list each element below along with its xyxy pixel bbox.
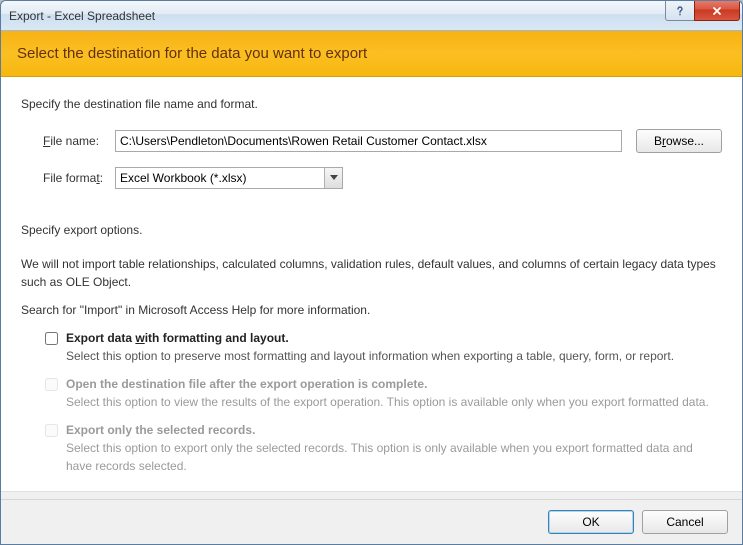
file-format-value: Excel Workbook (*.xlsx) xyxy=(120,171,246,185)
filename-input[interactable] xyxy=(115,130,622,152)
separator xyxy=(1,491,742,499)
close-icon xyxy=(711,5,723,17)
window-title: Export - Excel Spreadsheet xyxy=(9,9,155,23)
titlebar[interactable]: Export - Excel Spreadsheet xyxy=(1,1,742,31)
destination-section-label: Specify the destination file name and fo… xyxy=(21,95,722,113)
option-title: Export data with formatting and layout. xyxy=(66,329,674,347)
option-open-after: Open the destination file after the expo… xyxy=(45,375,722,411)
window-controls xyxy=(666,1,740,21)
option-selected-only: Export only the selected records. Select… xyxy=(45,421,722,475)
banner: Select the destination for the data you … xyxy=(1,31,742,77)
options-section-label: Specify export options. xyxy=(21,221,722,239)
option-title: Open the destination file after the expo… xyxy=(66,375,709,393)
help-button[interactable] xyxy=(665,1,695,21)
open-after-checkbox xyxy=(45,378,58,391)
help-icon xyxy=(674,5,686,17)
option-desc: Select this option to view the results o… xyxy=(66,393,709,411)
option-export-formatting: Export data with formatting and layout. … xyxy=(45,329,722,365)
browse-button[interactable]: Browse... xyxy=(636,129,722,153)
selected-only-checkbox xyxy=(45,424,58,437)
close-button[interactable] xyxy=(694,1,740,21)
export-formatting-checkbox[interactable] xyxy=(45,332,58,345)
format-row: File format: Excel Workbook (*.xlsx) xyxy=(43,167,722,189)
help-hint-text: Search for "Import" in Microsoft Access … xyxy=(21,301,722,319)
footer: OK Cancel xyxy=(1,499,742,544)
file-format-select[interactable]: Excel Workbook (*.xlsx) xyxy=(115,167,343,189)
import-warning-text: We will not import table relationships, … xyxy=(21,255,722,291)
option-title: Export only the selected records. xyxy=(66,421,722,439)
banner-heading: Select the destination for the data you … xyxy=(17,45,726,62)
cancel-button[interactable]: Cancel xyxy=(642,510,728,534)
option-desc: Select this option to export only the se… xyxy=(66,439,722,475)
filename-label: File name: xyxy=(43,132,115,150)
filename-row: File name: Browse... xyxy=(43,129,722,153)
export-dialog: Export - Excel Spreadsheet Select the de… xyxy=(0,0,743,545)
ok-button[interactable]: OK xyxy=(548,510,634,534)
content-area: Specify the destination file name and fo… xyxy=(1,77,742,491)
option-desc: Select this option to preserve most form… xyxy=(66,347,674,365)
format-label: File format: xyxy=(43,169,115,187)
